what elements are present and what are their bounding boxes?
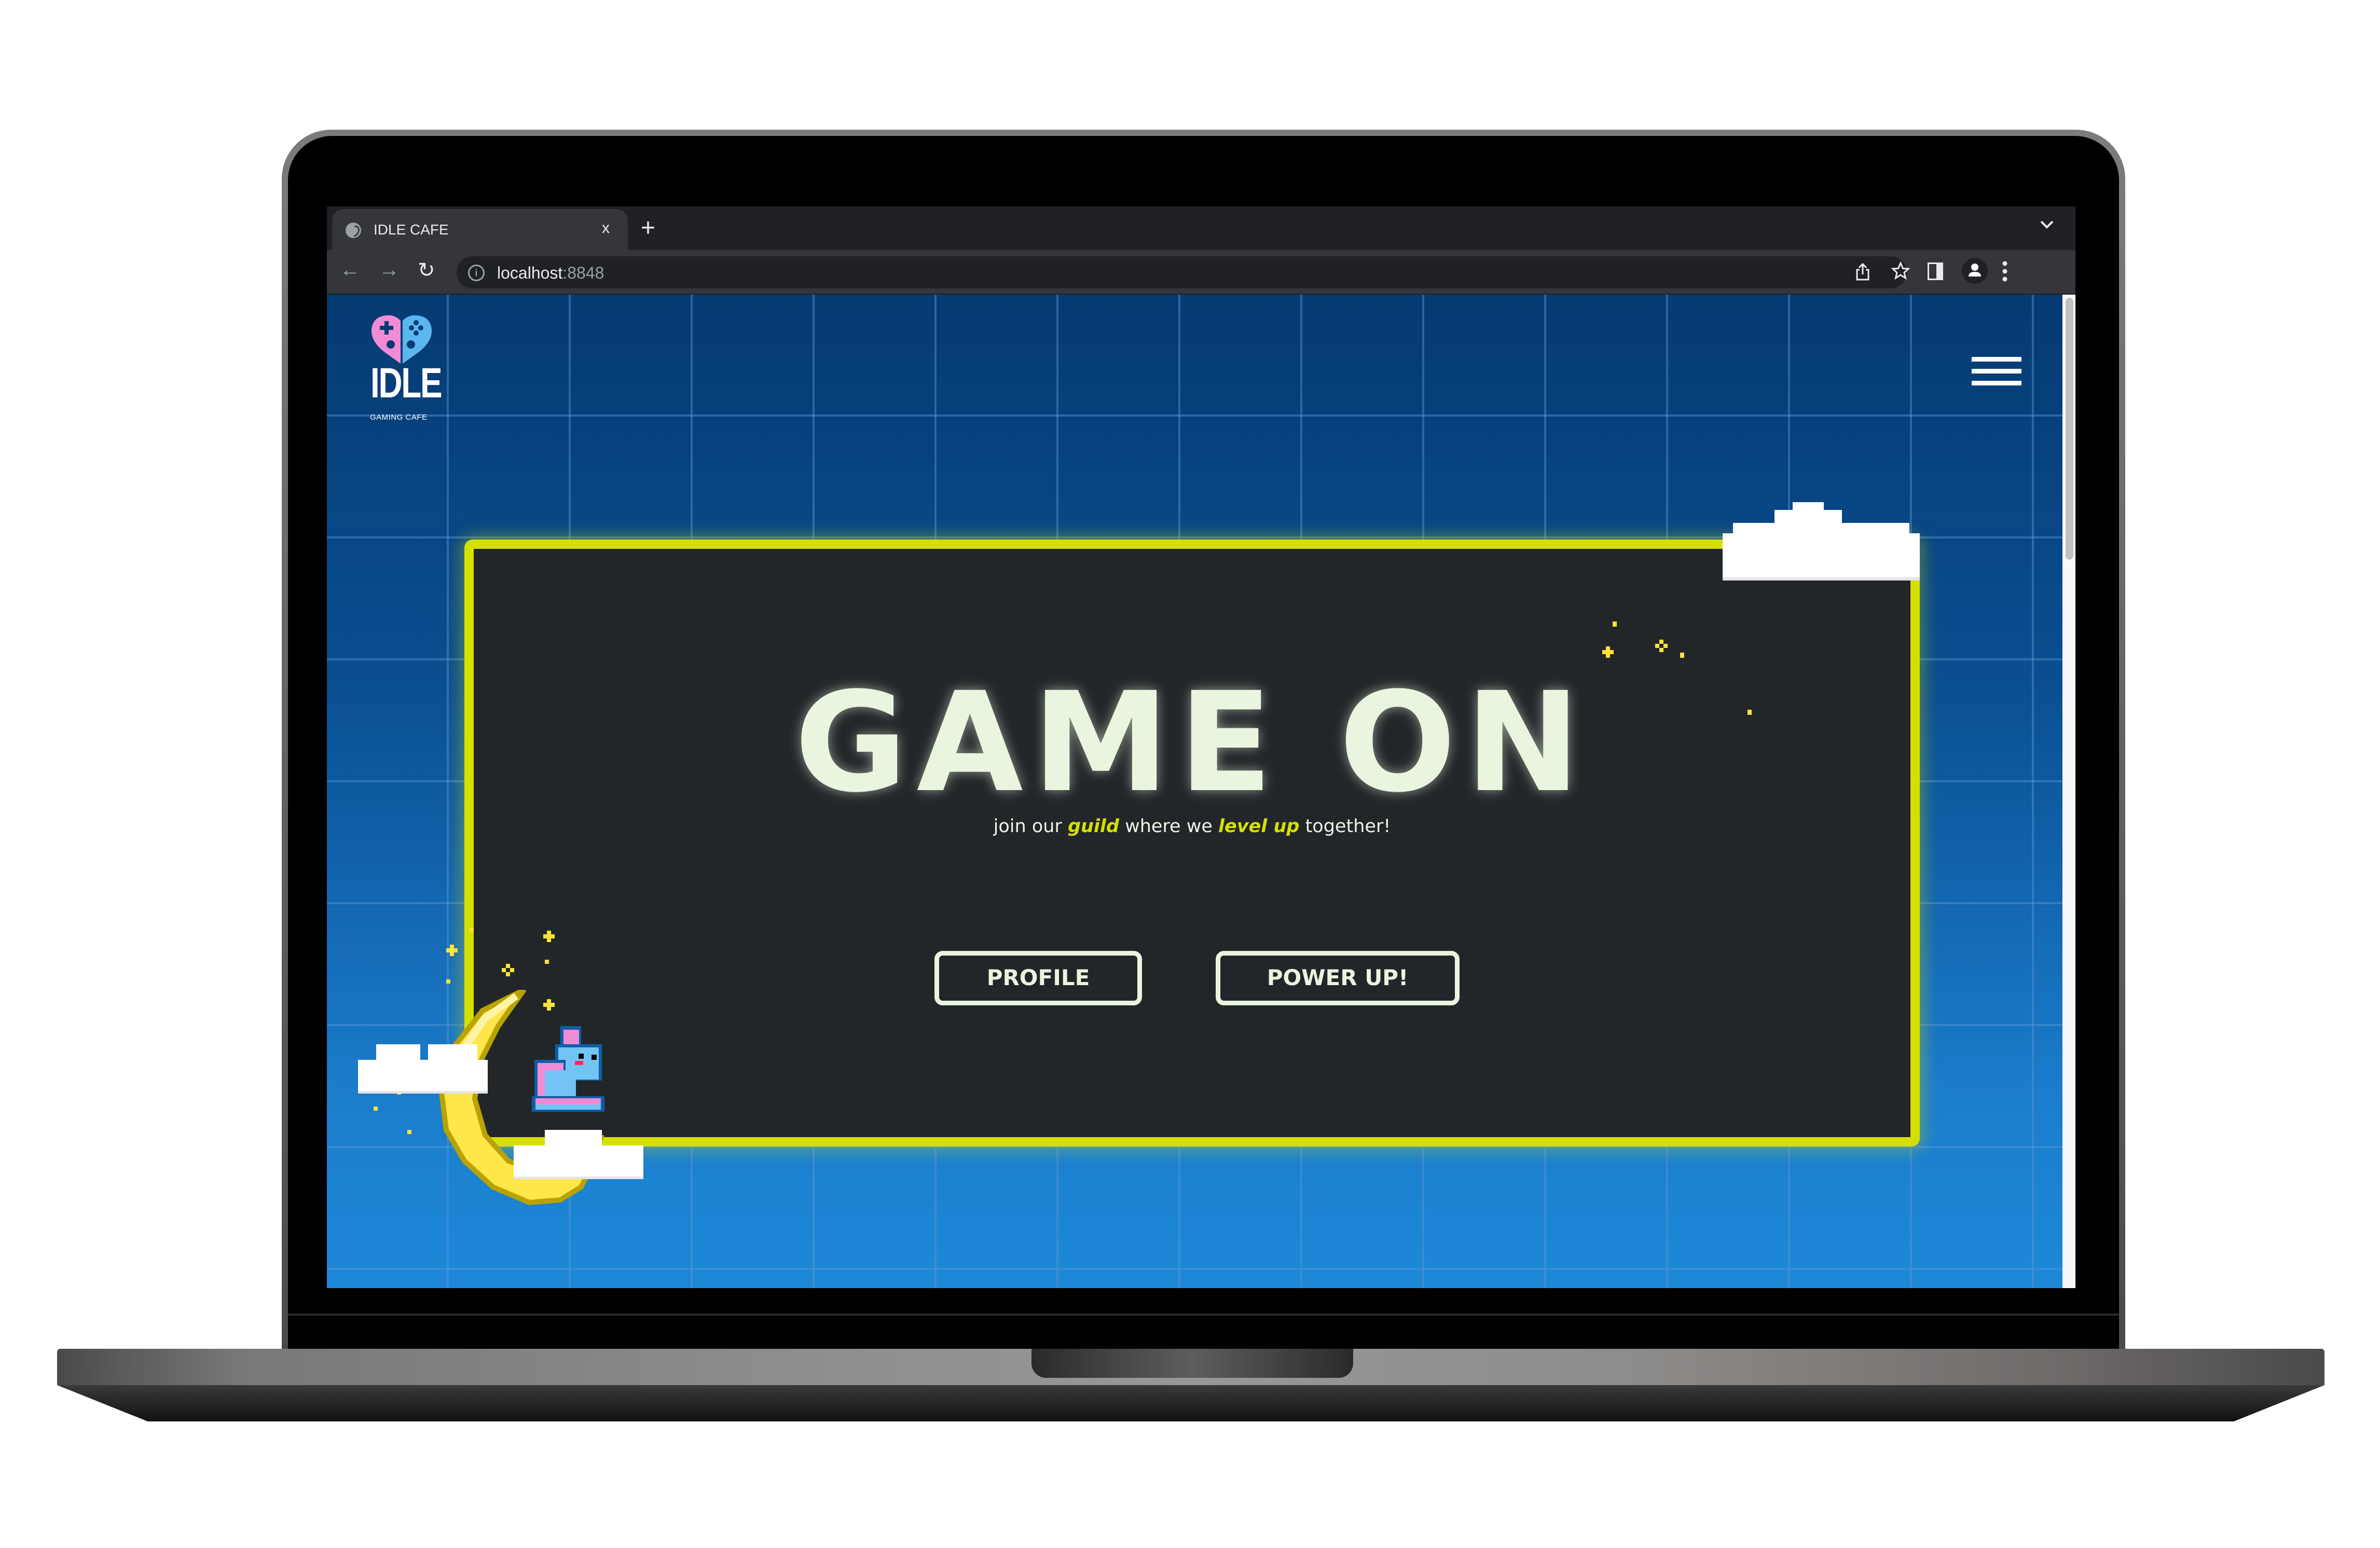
new-tab-button[interactable]: + bbox=[641, 214, 655, 242]
profile-icon[interactable] bbox=[1961, 257, 1988, 289]
star-icon bbox=[1748, 710, 1752, 715]
star-icon bbox=[470, 928, 474, 932]
more-menu-icon[interactable] bbox=[2002, 260, 2008, 287]
url-host: localhost bbox=[497, 264, 563, 282]
star-icon bbox=[450, 945, 454, 956]
url-port: :8848 bbox=[562, 264, 604, 282]
share-icon[interactable] bbox=[1855, 262, 1870, 286]
close-tab-icon[interactable]: x bbox=[602, 219, 610, 237]
star-icon bbox=[547, 931, 551, 942]
menu-line bbox=[1972, 381, 2021, 385]
tagline-text: join our bbox=[993, 816, 1068, 837]
power-up-button[interactable]: POWER UP! bbox=[1216, 951, 1460, 1005]
tab-bar: IDLE CAFE x + bbox=[327, 206, 2075, 250]
star-icon bbox=[545, 960, 549, 964]
menu-line bbox=[1972, 369, 2021, 374]
chevron-down-icon[interactable] bbox=[2039, 217, 2055, 233]
pixel-cloud-bottom bbox=[514, 1125, 643, 1179]
star-icon bbox=[446, 979, 450, 984]
laptop-base-bottom bbox=[57, 1385, 2324, 1421]
reload-icon[interactable]: ↻ bbox=[418, 258, 435, 282]
hamburger-menu-icon[interactable] bbox=[1972, 357, 2021, 386]
tab-title: IDLE CAFE bbox=[374, 222, 449, 238]
url-text: localhost:8848 bbox=[497, 264, 604, 283]
hero-headline: GAME ON bbox=[794, 663, 1590, 823]
back-icon[interactable]: ← bbox=[340, 258, 361, 282]
globe-icon bbox=[346, 223, 361, 238]
pixel-cloud-right bbox=[1723, 502, 1920, 580]
star-icon bbox=[1680, 653, 1684, 658]
scrollbar-thumb[interactable] bbox=[2066, 298, 2073, 560]
logo-subtitle: GAMING CAFE bbox=[370, 413, 428, 422]
heart-controller-icon bbox=[371, 315, 432, 364]
laptop-notch bbox=[1031, 1349, 1353, 1378]
profile-button[interactable]: PROFILE bbox=[934, 951, 1142, 1005]
hero-panel: GAME ON join our guild where we level up… bbox=[464, 540, 1920, 1146]
bezel-line bbox=[288, 1314, 2119, 1316]
address-bar[interactable]: i localhost:8848 bbox=[457, 256, 1910, 288]
sparkle-icon bbox=[1659, 640, 1663, 644]
side-panel-icon[interactable] bbox=[1928, 262, 1943, 285]
page-hero: IDLE GAMING CAFE GAME ON join our guild … bbox=[327, 295, 2062, 1288]
toolbar: ← → ↻ i localhost:8848 bbox=[327, 250, 2075, 294]
tagline-text: together! bbox=[1299, 816, 1391, 837]
tab-idle-cafe[interactable]: IDLE CAFE x bbox=[332, 209, 628, 250]
tagline-text: where we bbox=[1119, 816, 1218, 837]
info-icon[interactable]: i bbox=[468, 265, 485, 281]
pixel-mouse-icon bbox=[532, 1026, 604, 1112]
star-icon bbox=[1606, 646, 1610, 658]
moon-scene bbox=[358, 917, 654, 1208]
sparkle-icon bbox=[506, 964, 510, 968]
star-icon bbox=[374, 1107, 378, 1111]
site-logo[interactable]: IDLE GAMING CAFE bbox=[368, 314, 443, 431]
tagline-highlight-guild: guild bbox=[1067, 816, 1119, 837]
bookmark-star-icon[interactable] bbox=[1891, 261, 1910, 285]
pixel-cloud-left bbox=[358, 1039, 488, 1094]
forward-icon[interactable]: → bbox=[379, 258, 400, 282]
hero-tagline: join our guild where we level up togethe… bbox=[474, 816, 1910, 837]
star-icon bbox=[1613, 621, 1617, 627]
browser-window: IDLE CAFE x + ← → ↻ i localhost:8848 IDL… bbox=[327, 206, 2075, 1288]
logo-wordmark: IDLE bbox=[370, 360, 443, 407]
menu-line bbox=[1972, 357, 2021, 362]
tagline-highlight-level-up: level up bbox=[1218, 816, 1300, 837]
